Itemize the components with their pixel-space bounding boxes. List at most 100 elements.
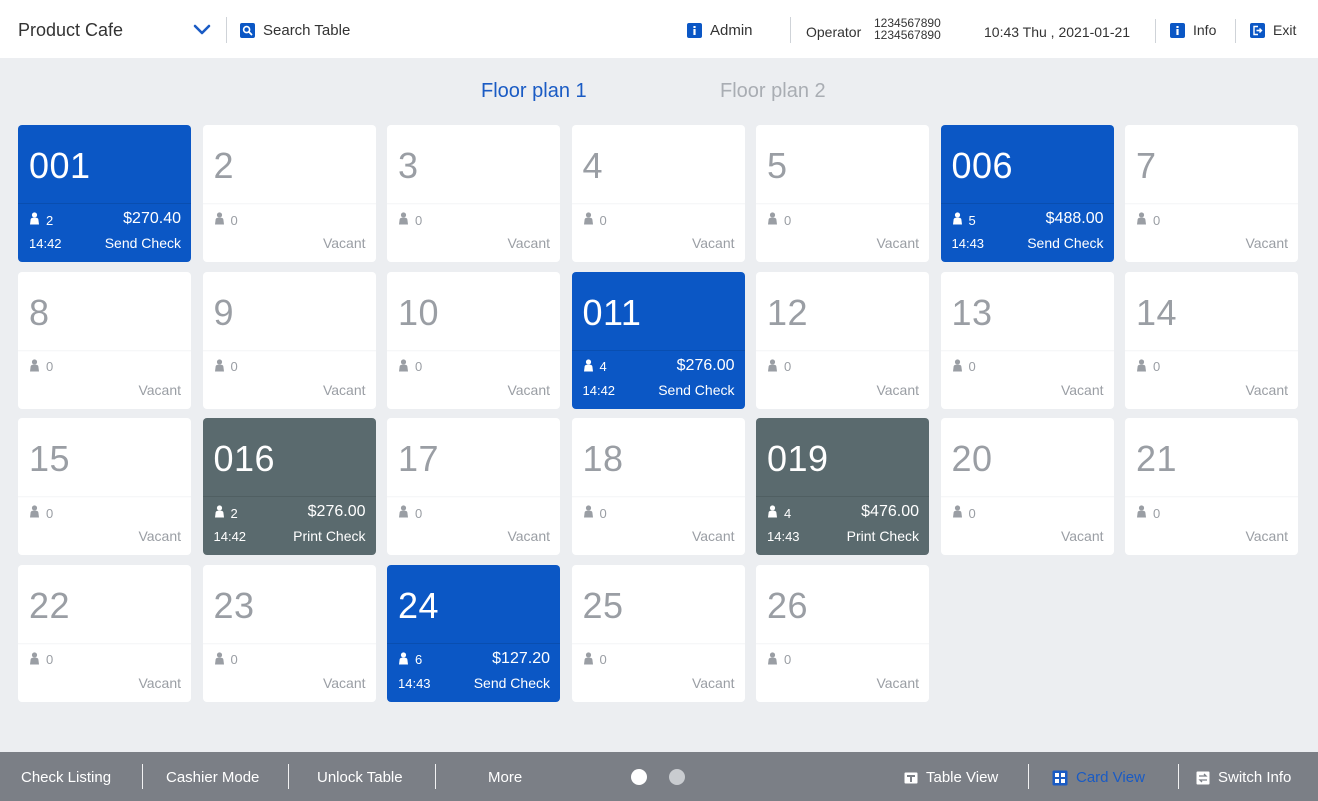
guest-count-value: 0: [230, 359, 238, 374]
table-card-001[interactable]: 001 2 $270.40 14:42 Send Check: [18, 125, 191, 262]
table-number: 26: [767, 584, 809, 626]
table-card-006[interactable]: 006 5 $488.00 14:43 Send Check: [940, 125, 1114, 262]
table-card-13[interactable]: 13 0 Vacant: [940, 271, 1114, 409]
card-divider: [940, 496, 1114, 498]
guest-count-value: 0: [415, 359, 423, 374]
cashier-mode-button[interactable]: Cashier Mode: [166, 769, 259, 786]
admin-info[interactable]: Admin: [687, 22, 753, 39]
table-number: 18: [582, 438, 624, 479]
table-status: Vacant: [1060, 381, 1104, 398]
chevron-down-icon[interactable]: [192, 22, 212, 38]
table-card-17[interactable]: 17 0 Vacant: [387, 418, 560, 555]
table-card-25[interactable]: 25 0 Vacant: [571, 564, 745, 702]
guest-count-value: 0: [230, 212, 238, 228]
open-time: 14:43: [398, 675, 431, 691]
open-time: 14:43: [951, 236, 985, 251]
table-number: 016: [213, 438, 276, 479]
table-status: Vacant: [876, 235, 919, 251]
table-card-2[interactable]: 2 0 Vacant: [202, 125, 376, 262]
table-view-icon: [904, 772, 918, 783]
search-table-button[interactable]: Search Table: [240, 22, 350, 39]
table-card-019[interactable]: 019 4 $476.00 14:43 Print Check: [756, 418, 929, 555]
switch-info-label: Switch Info: [1218, 769, 1292, 786]
table-card-8[interactable]: 8 0 Vacant: [18, 271, 191, 409]
guest-count: 2: [29, 212, 53, 228]
exit-button[interactable]: Exit: [1250, 22, 1296, 38]
person-icon: [583, 651, 594, 668]
card-divider: [940, 203, 1114, 204]
info-label: Info: [1193, 22, 1217, 38]
table-card-23[interactable]: 23 0 Vacant: [202, 564, 376, 702]
table-card-5[interactable]: 5 0 Vacant: [756, 125, 929, 262]
search-icon: [240, 23, 255, 38]
card-divider: [756, 642, 929, 645]
person-icon: [29, 651, 40, 668]
table-card-011[interactable]: 011 4 $276.00 14:42 Send Check: [571, 271, 745, 409]
check-listing-button[interactable]: Check Listing: [21, 769, 111, 786]
card-divider: [387, 642, 560, 644]
page-dot-1-active[interactable]: [631, 769, 647, 785]
table-number: 8: [29, 291, 50, 333]
guest-count: 5: [952, 212, 976, 228]
bottom-bar: Check Listing Cashier Mode Unlock Table …: [0, 752, 1318, 801]
guest-count-value: 0: [968, 359, 976, 374]
tab-floor-plan-2[interactable]: Floor plan 2: [720, 80, 826, 103]
table-status: Vacant: [507, 528, 550, 544]
table-card-20[interactable]: 20 0 Vacant: [940, 418, 1114, 555]
divider: [288, 764, 289, 789]
guest-count-value: 0: [415, 505, 423, 521]
guest-count-value: 6: [415, 652, 423, 667]
switch-icon: [1196, 771, 1210, 784]
unlock-table-button[interactable]: Unlock Table: [317, 769, 403, 786]
top-bar: Product Cafe Search Table Admin Operator…: [0, 0, 1318, 58]
search-table-label: Search Table: [263, 22, 351, 39]
table-card-18[interactable]: 18 0 Vacant: [571, 418, 745, 555]
card-divider: [387, 496, 560, 498]
table-number: 12: [767, 291, 809, 333]
table-card-7[interactable]: 7 0 Vacant: [1125, 125, 1298, 262]
table-status: Send Check: [104, 235, 181, 251]
page-dot-2[interactable]: [669, 769, 685, 785]
switch-info-button[interactable]: Switch Info: [1196, 769, 1291, 786]
table-number: 001: [29, 145, 91, 186]
divider: [1235, 19, 1236, 43]
table-view-button[interactable]: Table View: [904, 769, 998, 786]
table-card-26[interactable]: 26 0 Vacant: [756, 564, 929, 702]
person-icon: [29, 212, 40, 228]
table-card-9[interactable]: 9 0 Vacant: [202, 271, 376, 409]
table-card-016[interactable]: 016 2 $276.00 14:42 Print Check: [202, 418, 376, 555]
divider: [1155, 19, 1156, 43]
tab-floor-plan-1[interactable]: Floor plan 1: [481, 80, 587, 103]
more-button[interactable]: More: [488, 769, 522, 786]
table-card-22[interactable]: 22 0 Vacant: [18, 564, 191, 702]
guest-count-value: 0: [46, 505, 54, 521]
table-card-3[interactable]: 3 0 Vacant: [387, 125, 560, 262]
card-view-button[interactable]: Card View: [1052, 769, 1145, 786]
guest-count-value: 0: [599, 652, 607, 667]
table-card-12[interactable]: 12 0 Vacant: [756, 271, 929, 409]
guest-count: 0: [29, 651, 53, 668]
person-icon: [583, 358, 594, 375]
guest-count: 0: [398, 505, 422, 521]
operator-id-2: 1234567890: [874, 28, 941, 42]
card-divider: [756, 349, 929, 352]
guest-count: 0: [29, 505, 53, 521]
table-card-14[interactable]: 14 0 Vacant: [1125, 271, 1298, 409]
guest-count-value: 0: [784, 359, 792, 374]
datetime-display: 10:43 Thu , 2021-01-21: [984, 24, 1131, 40]
table-status: Vacant: [1245, 381, 1288, 398]
info-button[interactable]: Info: [1170, 22, 1216, 38]
table-number: 4: [582, 145, 604, 186]
table-status: Vacant: [691, 528, 735, 544]
table-number: 15: [29, 438, 71, 479]
table-card-24[interactable]: 24 6 $127.20 14:43 Send Check: [387, 564, 560, 702]
table-card-15[interactable]: 15 0 Vacant: [18, 418, 191, 555]
store-name[interactable]: Product Cafe: [18, 20, 123, 41]
table-number: 10: [398, 291, 440, 333]
table-card-10[interactable]: 10 0 Vacant: [387, 271, 560, 409]
person-icon: [29, 358, 40, 375]
table-card-21[interactable]: 21 0 Vacant: [1125, 418, 1298, 555]
guest-count-value: 0: [1153, 359, 1161, 374]
table-number: 006: [951, 145, 1014, 186]
table-card-4[interactable]: 4 0 Vacant: [571, 125, 745, 262]
